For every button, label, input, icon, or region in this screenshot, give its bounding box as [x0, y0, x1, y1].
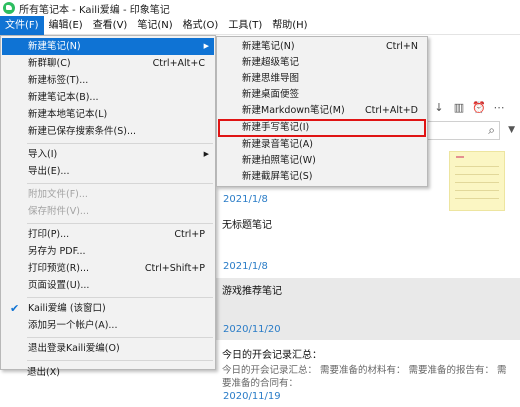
- file-menu: 新建笔记(N) ▶ 新群聊(C) Ctrl+Alt+C 新建标签(T)... 新…: [0, 35, 216, 370]
- submenu-item-new-markdown-note[interactable]: 新建Markdown笔记(M) Ctrl+Alt+D: [218, 102, 426, 119]
- menu-item-new-tag[interactable]: 新建标签(T)...: [2, 72, 214, 89]
- menu-item-exit[interactable]: 退出(X): [1, 364, 213, 381]
- menu-note[interactable]: 笔记(N): [132, 16, 177, 35]
- search-icon[interactable]: ⌕: [488, 123, 495, 138]
- menu-item-new-chat[interactable]: 新群聊(C) Ctrl+Alt+C: [2, 55, 214, 72]
- menu-item-sign-out[interactable]: 退出登录Kaili爱编(O): [2, 340, 214, 357]
- menu-item-account-current[interactable]: ✔ Kaili爱编 (该窗口): [2, 300, 214, 317]
- submenu-item-new-screenshot-note[interactable]: 新建截屏笔记(S): [218, 168, 426, 185]
- submenu-item-new-desktop-sticky[interactable]: 新建桌面便签: [218, 86, 426, 103]
- note-snippet: 今日的开会记录汇总： 需要准备的材料有： 需要准备的报告有： 需要准备的合同有：: [222, 365, 507, 389]
- menu-separator: [27, 297, 213, 298]
- new-note-submenu: 新建笔记(N) Ctrl+N 新建超级笔记 新建思维导图 新建桌面便签 新建Ma…: [216, 36, 428, 187]
- submenu-item-new-mind-map[interactable]: 新建思维导图: [218, 70, 426, 87]
- menu-item-save-attachment: 保存附件(V)...: [28, 206, 89, 217]
- note-item-selected[interactable]: 游戏推荐笔记 2020/11/20: [213, 278, 520, 340]
- menu-file[interactable]: 文件(F): [0, 15, 44, 35]
- note-date: 2020/11/19: [223, 391, 281, 402]
- note-item[interactable]: 无标题笔记 2021/1/8: [213, 212, 520, 276]
- menu-tools[interactable]: 工具(T): [223, 16, 267, 35]
- note-list-toolbar: ↓ ▥ ⏰ ⋯: [432, 101, 506, 115]
- menu-item-new-saved-search[interactable]: 新建已保存搜索条件(S)...: [2, 123, 214, 140]
- checkmark-icon: ✔: [10, 302, 20, 315]
- submenu-arrow-icon: ▶: [203, 150, 209, 158]
- note-thumbnail: [449, 151, 505, 211]
- more-icon[interactable]: ⋯: [492, 101, 506, 115]
- menu-item-save-as-pdf[interactable]: 另存为 PDF...: [2, 243, 214, 260]
- submenu-arrow-icon: ▶: [203, 42, 209, 50]
- menu-separator: [27, 337, 213, 338]
- menu-edit[interactable]: 编辑(E): [44, 16, 88, 35]
- submenu-item-new-audio-note[interactable]: 新建录音笔记(A): [218, 136, 426, 153]
- evernote-logo-icon: [3, 2, 15, 14]
- note-title: 无标题笔记: [222, 220, 272, 231]
- search-dropdown-icon[interactable]: ▼: [508, 125, 515, 135]
- menu-separator: [27, 223, 213, 224]
- submenu-item-new-super-note[interactable]: 新建超级笔记: [218, 54, 426, 71]
- menu-separator: [27, 143, 213, 144]
- menu-view[interactable]: 查看(V): [88, 16, 133, 35]
- view-icon[interactable]: ▥: [452, 101, 466, 115]
- menu-item-import[interactable]: 导入(I) ▶: [2, 146, 214, 163]
- menu-item-new-local-notebook[interactable]: 新建本地笔记本(L): [2, 106, 214, 123]
- submenu-item-new-photo-note[interactable]: 新建拍照笔记(W): [218, 152, 426, 169]
- submenu-item-new-note[interactable]: 新建笔记(N) Ctrl+N: [218, 38, 426, 55]
- menu-format[interactable]: 格式(O): [178, 16, 224, 35]
- menu-item-page-setup[interactable]: 页面设置(U)...: [2, 277, 214, 294]
- note-date: 2021/1/8: [223, 261, 268, 272]
- menu-item-new-notebook[interactable]: 新建笔记本(B)...: [2, 89, 214, 106]
- title-bar: 所有笔记本 - Kaili爱编 - 印象笔记: [0, 0, 520, 16]
- menu-item-attach-file: 附加文件(F)...: [28, 189, 88, 200]
- note-title: 今日的开会记录汇总：: [222, 350, 322, 361]
- menu-bar: 文件(F) 编辑(E) 查看(V) 笔记(N) 格式(O) 工具(T) 帮助(H…: [0, 15, 520, 35]
- submenu-item-new-handwriting-note[interactable]: 新建手写笔记(I): [218, 119, 426, 137]
- menu-help[interactable]: 帮助(H): [267, 16, 312, 35]
- menu-item-print[interactable]: 打印(P)... Ctrl+P: [2, 226, 214, 243]
- menu-separator: [27, 360, 213, 361]
- menu-item-new-note[interactable]: 新建笔记(N) ▶: [2, 38, 214, 55]
- menu-item-print-preview[interactable]: 打印预览(R)... Ctrl+Shift+P: [2, 260, 214, 277]
- window-title: 所有笔记本 - Kaili爱编 - 印象笔记: [19, 4, 170, 16]
- note-date: 2020/11/20: [223, 324, 281, 335]
- note-title: 游戏推荐笔记: [222, 286, 282, 297]
- menu-item-add-account[interactable]: 添加另一个帐户(A)...: [2, 317, 214, 334]
- reminder-icon[interactable]: ⏰: [472, 101, 486, 115]
- sort-icon[interactable]: ↓: [432, 101, 446, 115]
- note-item[interactable]: 今日的开会记录汇总： 今日的开会记录汇总： 需要准备的材料有： 需要准备的报告有…: [213, 342, 520, 407]
- note-date: 2021/1/8: [223, 194, 268, 205]
- menu-separator: [27, 183, 213, 184]
- menu-item-export[interactable]: 导出(E)...: [2, 163, 214, 180]
